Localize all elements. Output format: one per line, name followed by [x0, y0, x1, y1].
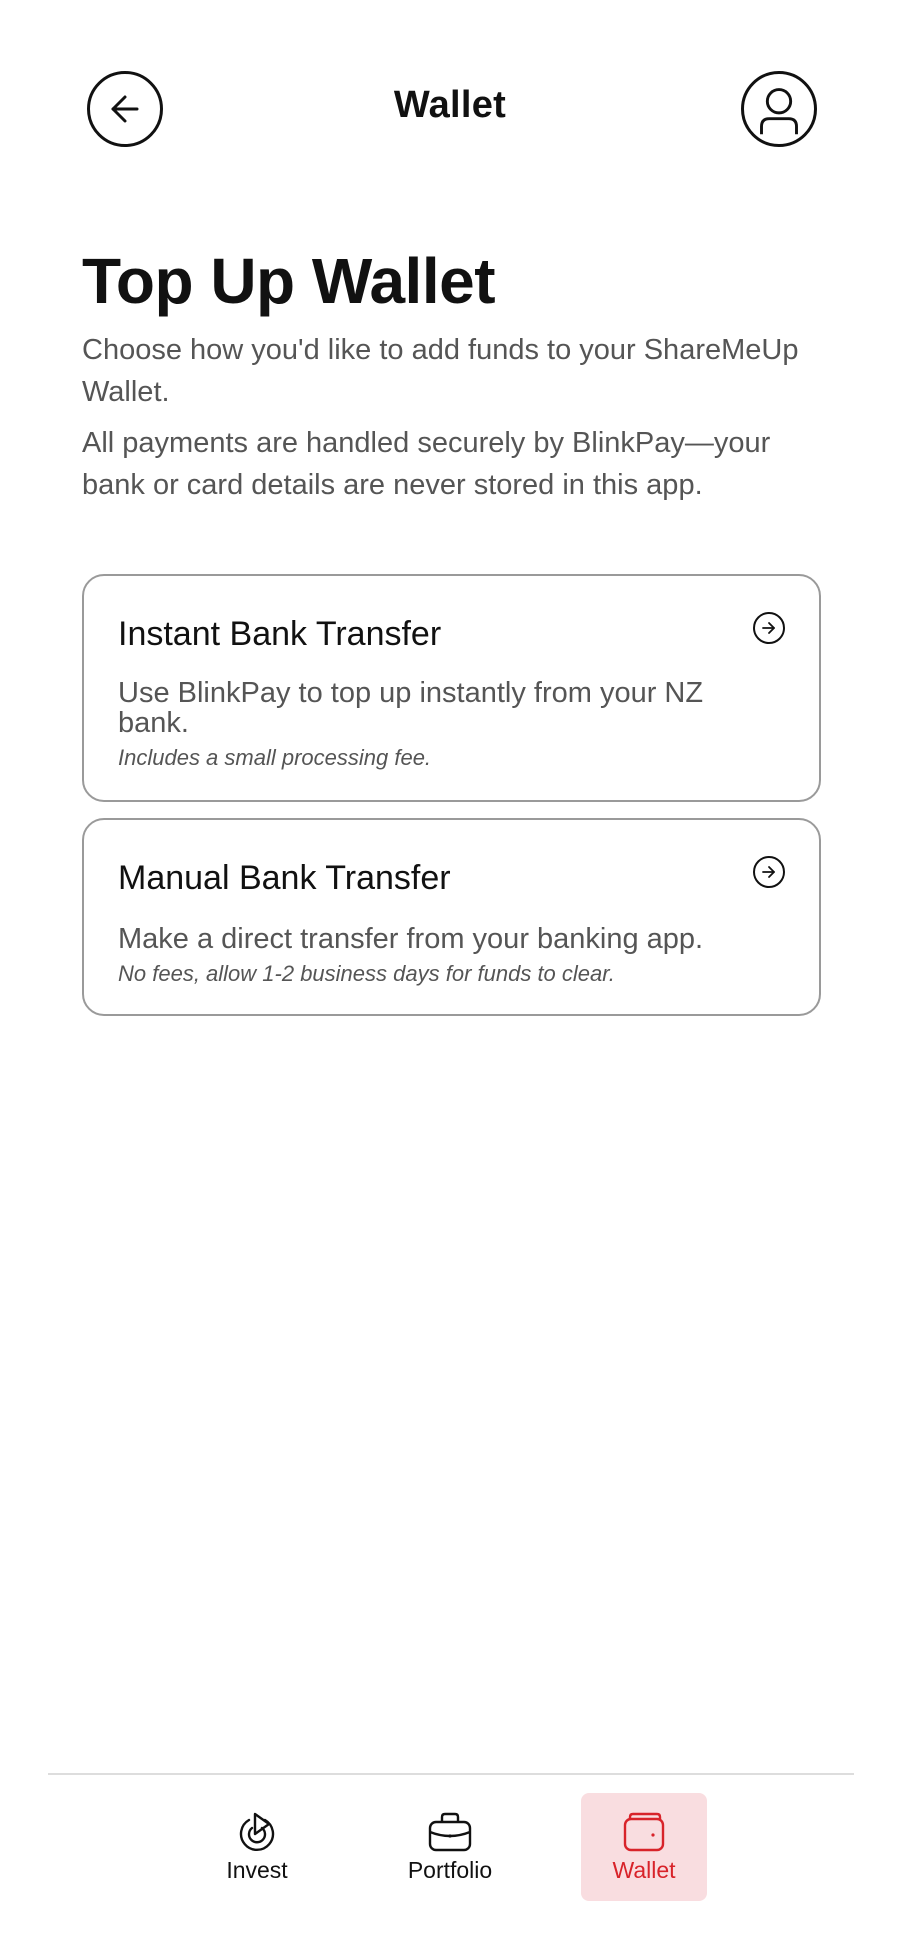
option-description: Make a direct transfer from your banking…: [118, 923, 704, 955]
option-note: Includes a small processing fee.: [118, 745, 432, 770]
nav-label: Invest: [226, 1857, 288, 1883]
nav-label: Wallet: [612, 1857, 676, 1883]
option-title: Instant Bank Transfer: [118, 615, 442, 653]
nav-item-wallet[interactable]: Wallet: [581, 1793, 707, 1901]
nav-item-invest[interactable]: Invest: [194, 1793, 320, 1901]
page-title: Top Up Wallet: [82, 245, 496, 317]
nav-label: Portfolio: [407, 1857, 493, 1883]
manual-bank-transfer-option[interactable]: Manual Bank Transfer Make a direct trans…: [82, 818, 821, 1016]
wallet-icon: [621, 1809, 667, 1855]
arrow-right-circle-icon: [753, 856, 785, 888]
nav-divider: [48, 1773, 854, 1775]
option-note: No fees, allow 1-2 business days for fun…: [118, 961, 615, 986]
user-circle-icon: [760, 88, 798, 135]
profile-button[interactable]: [741, 71, 817, 147]
option-description: Use BlinkPay to top up instantly from yo…: [118, 677, 704, 739]
security-note: All payments are handled securely by Bli…: [82, 427, 771, 501]
nav-item-portfolio[interactable]: Portfolio: [387, 1793, 513, 1901]
invest-icon: [234, 1809, 280, 1855]
intro-text: Choose how you'd like to add funds to yo…: [82, 334, 799, 408]
briefcase-icon: [427, 1809, 473, 1855]
arrow-right-circle-icon: [753, 612, 785, 644]
wallet-screen: Wallet Top Up Wallet Choose how you'd li…: [0, 0, 900, 1951]
option-title: Manual Bank Transfer: [118, 859, 451, 897]
instant-bank-transfer-option[interactable]: Instant Bank Transfer Use BlinkPay to to…: [82, 574, 821, 802]
